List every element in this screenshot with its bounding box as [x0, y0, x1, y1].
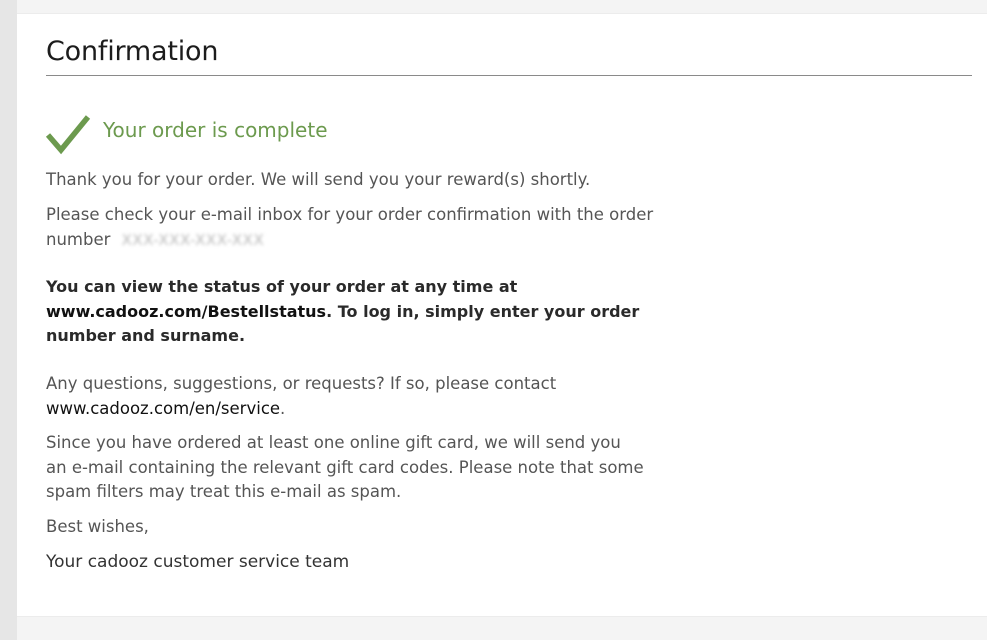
title-divider: [46, 75, 972, 76]
inbox-message: Please check your e-mail inbox for your …: [46, 203, 686, 252]
order-status-prefix: You can view the status of your order at…: [46, 277, 518, 296]
order-status-link[interactable]: www.cadooz.com/Bestellstatus: [46, 302, 326, 321]
service-link[interactable]: www.cadooz.com/en/service: [46, 399, 280, 418]
order-number-masked: XXX-XXX-XXX-XXX: [121, 230, 265, 249]
questions-suffix: .: [280, 398, 286, 418]
confirmation-panel: Confirmation Your order is complete Than…: [17, 13, 987, 617]
gift-card-note: Since you have ordered at least one onli…: [46, 433, 644, 501]
signature: Your cadooz customer service team: [46, 552, 350, 572]
left-rail: [0, 0, 17, 640]
order-status-message: You can view the status of your order at…: [46, 275, 666, 349]
checkmark-icon: [45, 115, 91, 155]
page-title: Confirmation: [46, 36, 219, 67]
thanks-message: Thank you for your order. We will send y…: [46, 170, 591, 189]
order-complete-heading: Your order is complete: [103, 118, 328, 142]
greeting: Best wishes,: [46, 517, 149, 536]
questions-message: Any questions, suggestions, or requests?…: [46, 372, 646, 421]
questions-prefix: Any questions, suggestions, or requests?…: [46, 374, 557, 393]
